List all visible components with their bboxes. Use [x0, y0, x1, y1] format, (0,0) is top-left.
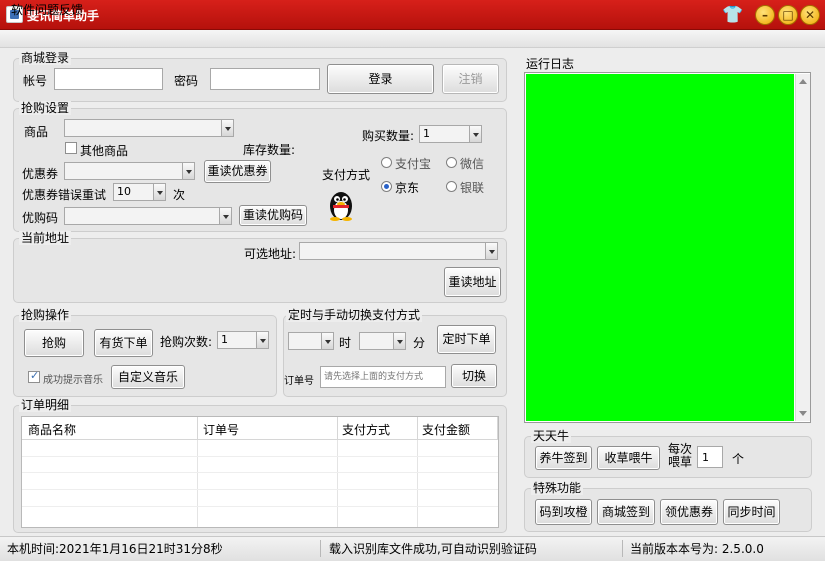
custom-music-button[interactable]: 自定义音乐 [111, 365, 185, 389]
stock-label: 库存数量: [243, 143, 296, 157]
order-number-label: 订单号 [284, 376, 314, 387]
reload-promo-button[interactable]: 重读优购码 [239, 205, 307, 226]
status-message: 载入识别库文件成功,可自动识别验证码 [329, 542, 537, 556]
status-version: 当前版本本号为: 2.5.0.0 [630, 542, 764, 556]
scroll-up-icon[interactable] [799, 79, 807, 84]
cow-sign-in-button[interactable]: 养牛签到 [535, 446, 592, 470]
buy-count-label: 抢购次数: [160, 335, 213, 349]
music-label: 成功提示音乐 [43, 375, 103, 386]
other-product-label: 其他商品 [80, 144, 129, 158]
operation-title: 抢购操作 [19, 308, 72, 322]
pay-jd-label: 京东 [395, 181, 420, 195]
music-checkbox[interactable] [28, 369, 40, 383]
col-divider [337, 440, 338, 527]
pay-method-label: 支付方式 [322, 168, 371, 182]
logout-button[interactable]: 注销 [442, 64, 499, 94]
account-input[interactable] [54, 68, 163, 90]
pay-wechat-radio[interactable] [446, 157, 457, 168]
skin-shirt-icon[interactable]: 👕 [722, 4, 744, 26]
buy-count-select[interactable]: 1 [217, 331, 269, 349]
timer-title: 定时与手动切换支付方式 [286, 308, 423, 322]
other-product-checkbox[interactable] [65, 142, 77, 154]
qty-select[interactable]: 1 [419, 125, 482, 143]
promo-label: 优购码 [22, 211, 59, 225]
account-label: 帐号 [23, 74, 48, 88]
scroll-down-icon[interactable] [799, 411, 807, 416]
retry-unit: 次 [173, 188, 186, 202]
row-line [22, 506, 498, 507]
title-bar[interactable] [0, 0, 825, 30]
login-button[interactable]: 登录 [327, 64, 434, 94]
timed-order-button[interactable]: 定时下单 [437, 325, 496, 354]
reload-coupon-button[interactable]: 重读优惠券 [204, 160, 271, 183]
log-title: 运行日志 [526, 57, 575, 71]
maximize-button[interactable]: □ [778, 5, 798, 25]
coupon-label: 优惠券 [22, 167, 59, 181]
product-select[interactable] [64, 119, 234, 137]
pay-alipay-radio[interactable] [381, 157, 392, 168]
minute-label: 分 [413, 336, 426, 350]
minimize-button[interactable]: – [755, 5, 775, 25]
buy-settings-title: 抢购设置 [19, 101, 72, 115]
switch-button[interactable]: 切换 [451, 364, 497, 388]
password-label: 密码 [174, 74, 199, 88]
hour-select[interactable] [288, 332, 334, 350]
pay-unionpay-label: 银联 [460, 181, 485, 195]
col-header-order-no[interactable]: 订单号 [198, 417, 338, 440]
feed-count-input[interactable] [697, 446, 723, 468]
menu-bar [0, 30, 825, 48]
qty-label: 购买数量: [362, 129, 415, 143]
menu-feedback[interactable]: 软件问题反馈 [11, 1, 83, 18]
tianniu-title: 天天牛 [531, 429, 572, 443]
col-divider [417, 440, 418, 527]
get-coupon-button[interactable]: 领优惠券 [660, 499, 718, 525]
orders-title: 订单明细 [19, 398, 72, 412]
reload-address-button[interactable]: 重读地址 [444, 267, 501, 297]
qq-penguin-icon[interactable] [327, 189, 355, 221]
minute-select[interactable] [359, 332, 406, 350]
password-input[interactable] [210, 68, 320, 90]
buy-button[interactable]: 抢购 [24, 329, 84, 357]
login-group-title: 商城登录 [19, 51, 72, 65]
special-title: 特殊功能 [531, 481, 584, 495]
instock-order-button[interactable]: 有货下单 [94, 329, 153, 357]
pay-wechat-label: 微信 [460, 157, 485, 171]
retry-label: 优惠券错误重试 [22, 188, 107, 202]
pay-alipay-label: 支付宝 [395, 157, 432, 171]
pay-unionpay-radio[interactable] [446, 181, 457, 192]
feed-cow-button[interactable]: 收草喂牛 [597, 446, 660, 470]
optional-address-label: 可选地址: [244, 247, 297, 261]
promo-select[interactable] [64, 207, 232, 225]
orange-code-button[interactable]: 码到攻橙 [535, 499, 592, 525]
retry-select[interactable]: 10 [113, 183, 166, 201]
product-label: 商品 [24, 125, 49, 139]
status-local-time: 本机时间:2021年1月16日21时31分8秒 [7, 542, 223, 556]
row-line [22, 456, 498, 457]
col-header-product[interactable]: 商品名称 [22, 417, 198, 440]
feed-per-label-2: 喂草 [668, 455, 693, 469]
order-number-input[interactable] [320, 366, 446, 388]
close-button[interactable]: ✕ [800, 5, 820, 25]
hour-label: 时 [339, 336, 352, 350]
mall-sign-in-button[interactable]: 商城签到 [597, 499, 655, 525]
optional-address-select[interactable] [299, 242, 498, 260]
log-scrollbar[interactable] [795, 74, 810, 421]
pay-jd-radio[interactable] [381, 181, 392, 192]
col-header-pay-amount[interactable]: 支付金额 [418, 417, 498, 440]
status-divider [320, 540, 321, 557]
row-line [22, 472, 498, 473]
coupon-select[interactable] [64, 162, 195, 180]
col-divider [197, 440, 198, 527]
log-output[interactable] [526, 74, 794, 421]
status-divider [622, 540, 623, 557]
row-line [22, 489, 498, 490]
col-header-pay-method[interactable]: 支付方式 [338, 417, 418, 440]
sync-time-button[interactable]: 同步时间 [723, 499, 780, 525]
address-title: 当前地址 [19, 231, 72, 245]
feed-unit-label: 个 [732, 452, 745, 466]
